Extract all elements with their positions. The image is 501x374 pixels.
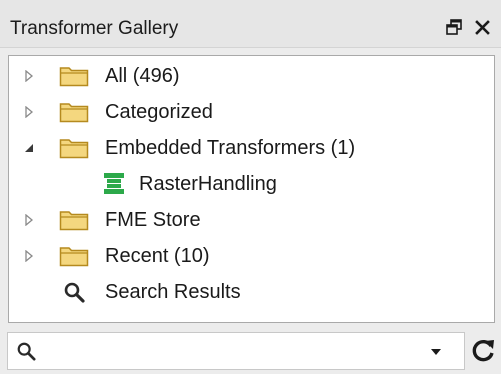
folder-icon <box>59 67 89 87</box>
expand-arrow-icon[interactable] <box>23 250 35 262</box>
refresh-icon[interactable] <box>470 338 496 364</box>
tree-item-label: Embedded Transformers (1) <box>105 136 356 159</box>
tree-item-label: Categorized <box>105 100 213 123</box>
tree-item-recent[interactable]: Recent (10) <box>9 238 494 274</box>
tree-item-categorized[interactable]: Categorized <box>9 94 494 130</box>
search-icon <box>17 342 36 361</box>
folder-icon <box>59 103 89 123</box>
panel-titlebar: Transformer Gallery <box>0 0 501 48</box>
tree-item-label: FME Store <box>105 208 201 231</box>
folder-icon <box>59 211 89 231</box>
dropdown-arrow-icon[interactable] <box>430 348 442 356</box>
tree-item-label: RasterHandling <box>139 172 277 195</box>
tree-item-label: All (496) <box>105 64 180 87</box>
panel-title: Transformer Gallery <box>10 18 179 39</box>
expand-arrow-icon[interactable] <box>23 70 35 82</box>
tree-item-rasterhandling[interactable]: RasterHandling <box>9 166 494 202</box>
folder-icon <box>59 139 89 159</box>
expand-arrow-icon[interactable] <box>23 214 35 226</box>
tree-item-label: Recent (10) <box>105 244 210 267</box>
transformer-tree: All (496) Categorized Embedded Transform… <box>8 55 495 323</box>
folder-icon <box>59 247 89 267</box>
close-icon[interactable] <box>472 16 492 38</box>
tree-item-search-results[interactable]: Search Results <box>9 274 494 310</box>
search-input[interactable] <box>46 337 420 367</box>
search-icon <box>64 282 85 303</box>
transformer-icon <box>104 173 124 194</box>
tree-item-label: Search Results <box>105 280 241 303</box>
search-field[interactable] <box>7 332 465 370</box>
tree-item-embedded-transformers[interactable]: Embedded Transformers (1) <box>9 130 494 166</box>
tree-item-all[interactable]: All (496) <box>9 58 494 94</box>
collapse-arrow-icon[interactable] <box>23 142 35 154</box>
tree-item-fme-store[interactable]: FME Store <box>9 202 494 238</box>
float-window-icon[interactable] <box>444 16 464 38</box>
expand-arrow-icon[interactable] <box>23 106 35 118</box>
